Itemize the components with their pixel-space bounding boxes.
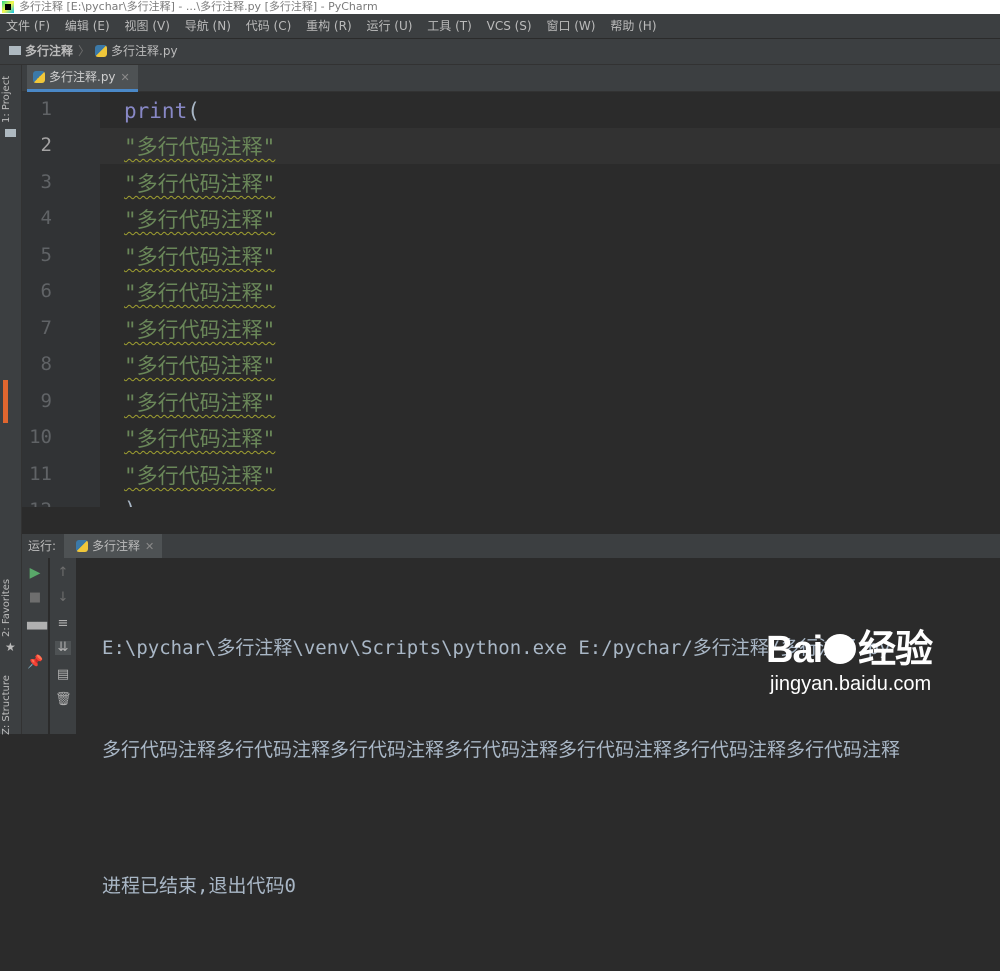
- menu-tools[interactable]: 工具 (T): [427, 19, 472, 33]
- stop-icon[interactable]: ■: [27, 591, 43, 605]
- menu-help[interactable]: 帮助 (H): [610, 19, 656, 33]
- output-line: 多行代码注释多行代码注释多行代码注释多行代码注释多行代码注释多行代码注释多行代码…: [102, 739, 901, 761]
- close-icon[interactable]: ✕: [121, 71, 130, 84]
- python-file-icon: [95, 44, 108, 57]
- code-line-string: "多行代码注释": [124, 354, 276, 378]
- run-config-tab[interactable]: 多行注释 ✕: [64, 534, 163, 558]
- line-number: 10: [29, 426, 52, 448]
- menu-file[interactable]: 文件 (F): [6, 19, 50, 33]
- title-bar: 多行注释 [E:\pychar\多行注释] - ...\多行注释.py [多行注…: [0, 0, 1000, 14]
- open-paren: (: [187, 99, 200, 123]
- run-toolbar-left: ▶ ■ ▀▀ 📌: [22, 558, 48, 734]
- window-title: 多行注释 [E:\pychar\多行注释] - ...\多行注释.py [多行注…: [19, 0, 378, 13]
- arrow-up-icon[interactable]: ↑: [55, 566, 71, 580]
- soft-wrap-icon[interactable]: ≡: [55, 617, 71, 631]
- line-number: 2: [40, 134, 52, 156]
- code-line-string: "多行代码注释": [124, 208, 276, 232]
- editor-tab-label: 多行注释.py: [49, 70, 116, 84]
- breadcrumb: 多行注释〉 多行注释.py: [0, 39, 1000, 65]
- editor-gutter: 1 2 3 4 5 6 7 8 9 10 11 12: [22, 92, 117, 521]
- menu-edit[interactable]: 编辑 (E): [65, 19, 110, 33]
- output-line: 进程已结束,退出代码0: [102, 875, 296, 897]
- watermark-url: jingyan.baidu.com: [770, 673, 932, 695]
- menu-view[interactable]: 视图 (V): [125, 19, 170, 33]
- run-header: 运行: 多行注释 ✕: [22, 534, 1000, 558]
- line-number: 8: [40, 353, 52, 375]
- line-number: 5: [40, 244, 52, 266]
- line-number: 4: [40, 207, 52, 229]
- close-icon[interactable]: ✕: [145, 540, 154, 553]
- layout-icon[interactable]: ▀▀: [27, 624, 47, 638]
- line-number: 11: [29, 463, 52, 485]
- run-label: 运行:: [28, 539, 57, 553]
- line-number: 9: [40, 390, 52, 412]
- rerun-icon[interactable]: ▶: [27, 566, 43, 580]
- code-editor[interactable]: print( "多行代码注释" "多行代码注释" "多行代码注释" "多行代码注…: [100, 92, 1000, 507]
- project-tool-tab[interactable]: 1: Project: [1, 76, 12, 123]
- code-line-string: "多行代码注释": [124, 464, 276, 488]
- star-icon: ★: [5, 640, 16, 654]
- menu-navigate[interactable]: 导航 (N): [185, 19, 231, 33]
- line-number: 3: [40, 171, 52, 193]
- pin-icon[interactable]: 📌: [27, 656, 43, 670]
- arrow-down-icon[interactable]: ↓: [55, 591, 71, 605]
- baidu-watermark: Bai 经验 jingyan.baidu.com: [766, 628, 966, 714]
- structure-tab-label: Z: Structure: [1, 675, 12, 735]
- code-line-string: "多行代码注释": [124, 245, 276, 269]
- chevron-right-icon: 〉: [78, 44, 91, 58]
- favorites-tool-tab[interactable]: 2: Favorites: [1, 579, 12, 637]
- breadcrumb-project[interactable]: 多行注释: [25, 44, 73, 58]
- code-line-string: "多行代码注释": [124, 391, 276, 415]
- editor-tab-bar: 多行注释.py ✕: [22, 65, 1000, 92]
- close-paren: ): [124, 495, 137, 507]
- tab-multiline-comment-py[interactable]: 多行注释.py ✕: [27, 65, 138, 92]
- favorites-tab-label: 2: Favorites: [1, 578, 12, 637]
- menu-window[interactable]: 窗口 (W): [546, 19, 595, 33]
- run-tab-label: 多行注释: [92, 539, 141, 553]
- watermark-main-2: 经验: [858, 629, 933, 671]
- menu-bar: 文件 (F) 编辑 (E) 视图 (V) 导航 (N) 代码 (C) 重构 (R…: [0, 14, 1000, 39]
- code-line-string: "多行代码注释": [124, 318, 276, 342]
- code-line-string: "多行代码注释": [124, 281, 276, 305]
- breadcrumb-file[interactable]: 多行注释.py: [111, 44, 178, 58]
- menu-code[interactable]: 代码 (C): [246, 19, 292, 33]
- pycharm-icon: [2, 1, 14, 13]
- left-tool-strip: 1: Project 2: Favorites ★ Z: Structure: [0, 65, 22, 735]
- keyword-print: print: [124, 99, 188, 123]
- project-tab-label: 1: Project: [1, 75, 12, 123]
- console-output[interactable]: E:\pychar\多行注释\venv\Scripts\python.exe E…: [102, 563, 1000, 971]
- run-toolbar-right: ↑ ↓ ≡ ⇊ ▤ 🗑: [50, 558, 76, 734]
- structure-tool-tab[interactable]: Z: Structure: [1, 675, 12, 735]
- code-line-string: "多行代码注释": [124, 427, 276, 451]
- folder-icon: [9, 46, 21, 55]
- trash-icon[interactable]: 🗑: [55, 693, 72, 707]
- line-number: 7: [40, 317, 52, 339]
- line-number: 1: [40, 98, 52, 120]
- menu-refactor[interactable]: 重构 (R): [306, 19, 352, 33]
- folder-icon: [5, 129, 16, 137]
- line-number: 6: [40, 280, 52, 302]
- menu-vcs[interactable]: VCS (S): [487, 19, 532, 33]
- scroll-to-end-icon[interactable]: ⇊: [55, 641, 71, 655]
- watermark-main: Bai: [766, 629, 823, 671]
- python-file-icon: [76, 539, 88, 552]
- code-line: print(: [124, 96, 200, 126]
- menu-run[interactable]: 运行 (U): [366, 19, 412, 33]
- scroll-marker: [3, 380, 8, 423]
- print-icon[interactable]: ▤: [55, 668, 71, 682]
- code-line-string: "多行代码注释": [124, 135, 276, 159]
- code-line-string: "多行代码注释": [124, 172, 276, 196]
- python-file-icon: [33, 70, 45, 83]
- baidu-paw-icon: [824, 633, 857, 664]
